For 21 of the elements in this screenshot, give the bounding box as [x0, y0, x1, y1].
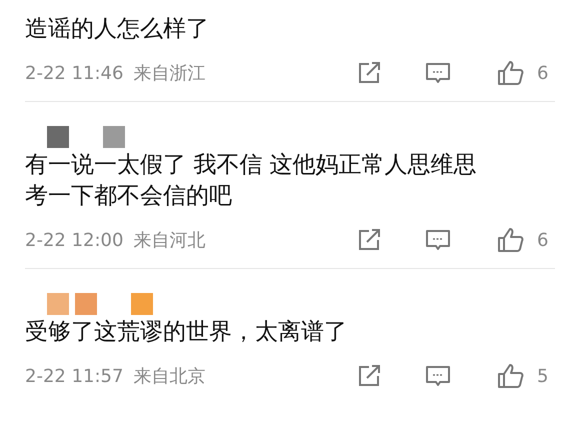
thumbs-up-icon[interactable] — [497, 60, 525, 86]
comment-location: 来自北京 — [133, 365, 206, 388]
thumbs-up-icon[interactable] — [497, 227, 525, 253]
comment-text: 受够了这荒谬的世界，太离谱了 — [25, 318, 348, 347]
comment-time: 2-22 11:46 — [25, 62, 124, 84]
like-count: 6 — [537, 230, 550, 250]
like-count: 5 — [537, 366, 550, 386]
comment-time: 2-22 12:00 — [25, 230, 124, 250]
share-icon[interactable] — [357, 228, 383, 252]
comment-text: 有一说一太假了 我不信 这他妈正常人思维思考一下都不会信的吧 — [25, 151, 478, 211]
comment-icon[interactable] — [425, 61, 451, 85]
like-count: 6 — [537, 62, 550, 84]
share-icon[interactable] — [357, 364, 383, 388]
comment-icon[interactable] — [425, 364, 451, 388]
comment-text: 造谣的人怎么样了 — [25, 15, 210, 44]
comment-icon[interactable] — [425, 228, 451, 252]
share-icon[interactable] — [357, 61, 383, 85]
thumbs-up-icon[interactable] — [497, 363, 525, 389]
comment-location: 来自河北 — [133, 229, 206, 252]
comment-time: 2-22 11:57 — [25, 366, 124, 386]
comment-location: 来自浙江 — [133, 62, 206, 85]
